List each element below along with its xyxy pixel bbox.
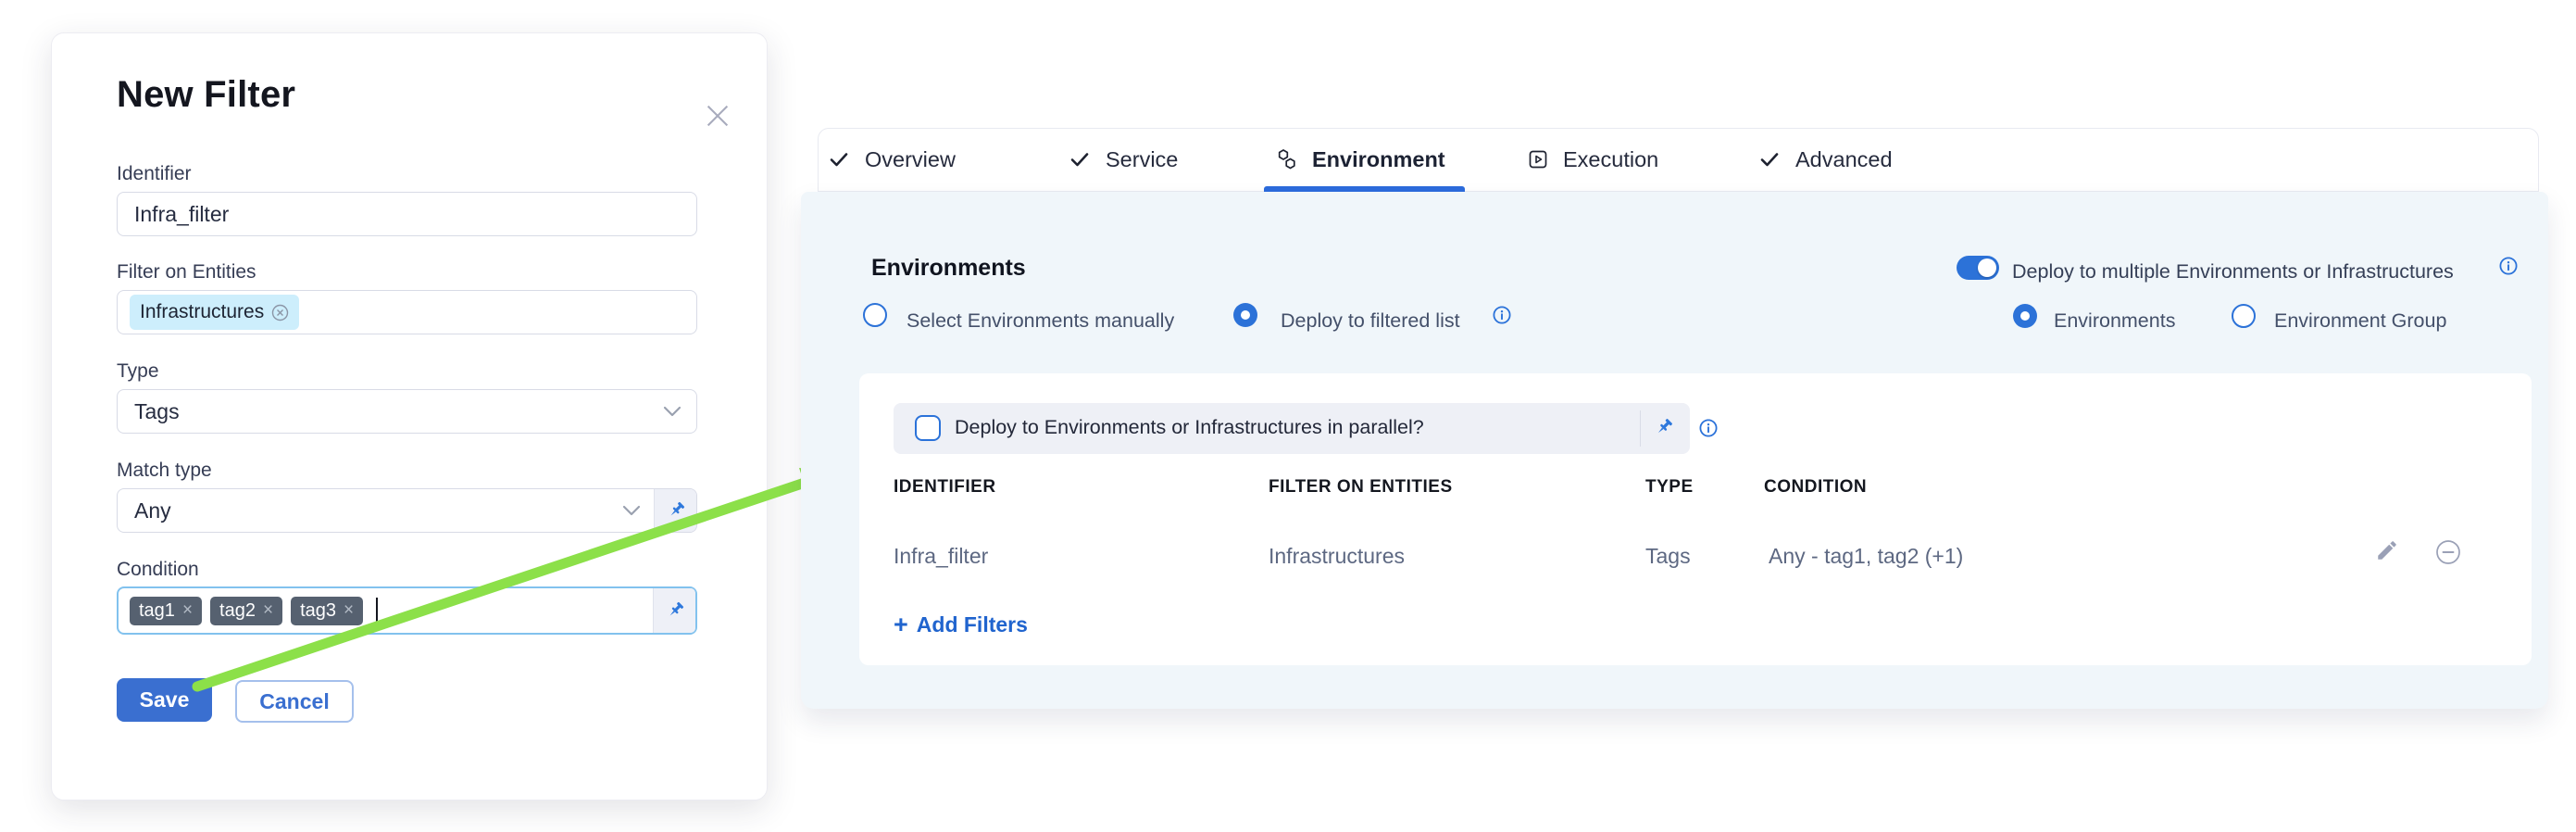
pin-button[interactable] [1652, 416, 1675, 444]
filter-on-entities-input[interactable]: Infrastructures [117, 290, 697, 334]
tab-label: Environment [1312, 147, 1445, 172]
save-button[interactable]: Save [117, 678, 212, 722]
add-filters-label: Add Filters [917, 612, 1028, 637]
radio-environment-group[interactable] [2232, 304, 2256, 328]
chevron-down-icon [622, 505, 641, 516]
radio-select-manually-label: Select Environments manually [907, 309, 1174, 333]
tab-execution[interactable]: Execution [1527, 129, 1658, 190]
tag-label: tag2 [219, 600, 256, 622]
col-header-identifier: IDENTIFIER [894, 477, 996, 498]
identifier-input[interactable]: Infra_filter [117, 192, 697, 236]
environment-icon [1276, 148, 1298, 170]
pin-icon [1652, 416, 1675, 439]
identifier-value: Infra_filter [118, 202, 229, 227]
col-header-condition: CONDITION [1764, 477, 1867, 498]
cell-condition: Any - tag1, tag2 (+1) [1769, 544, 1963, 569]
close-icon[interactable] [704, 102, 732, 130]
col-header-entities: FILTER ON ENTITIES [1269, 477, 1453, 498]
page: New Filter Identifier Infra_filter Filte… [0, 0, 2576, 832]
divider [1640, 410, 1641, 447]
parallel-option-bar: Deploy to Environments or Infrastructure… [894, 403, 1690, 454]
info-icon[interactable] [2498, 256, 2519, 276]
chevron-down-icon [663, 406, 682, 417]
type-label: Type [117, 360, 159, 383]
cell-type: Tags [1645, 544, 1691, 569]
type-select[interactable]: Tags [117, 389, 697, 434]
tag-remove-icon[interactable]: × [182, 600, 193, 621]
cell-entities: Infrastructures [1269, 544, 1405, 569]
info-icon[interactable] [1698, 418, 1719, 438]
tab-environment[interactable]: Environment [1276, 129, 1445, 190]
new-filter-modal: New Filter Identifier Infra_filter Filte… [51, 32, 768, 800]
check-icon [1068, 148, 1092, 170]
match-type-select[interactable]: Any [117, 488, 697, 533]
multi-env-toggle[interactable] [1957, 256, 1999, 280]
tab-label: Execution [1563, 147, 1658, 172]
identifier-label: Identifier [117, 163, 192, 185]
entity-chip-label: Infrastructures [140, 301, 264, 323]
tag-label: tag3 [300, 600, 336, 622]
cancel-button[interactable]: Cancel [235, 680, 354, 723]
condition-tag: tag3 × [291, 597, 363, 625]
tab-advanced[interactable]: Advanced [1757, 129, 1893, 190]
pin-icon [664, 599, 686, 622]
cell-identifier: Infra_filter [894, 544, 988, 569]
environments-heading: Environments [871, 255, 1026, 282]
environment-panel: Environments Select Environments manuall… [801, 192, 2548, 709]
multi-env-toggle-label: Deploy to multiple Environments or Infra… [2012, 260, 2454, 284]
tab-bar: Overview Service Environment Execution [818, 128, 2539, 192]
tag-remove-icon[interactable]: × [344, 600, 354, 621]
tab-overview[interactable]: Overview [827, 129, 956, 190]
tab-service[interactable]: Service [1068, 129, 1178, 190]
condition-tag: tag1 × [130, 597, 202, 625]
col-header-type: TYPE [1645, 477, 1694, 498]
add-filters-button[interactable]: + Add Filters [894, 612, 1028, 637]
edit-icon[interactable] [2375, 538, 2399, 562]
remove-row-icon[interactable] [2435, 539, 2461, 565]
type-value: Tags [118, 399, 180, 424]
tab-label: Overview [865, 147, 956, 172]
radio-select-manually[interactable] [863, 303, 887, 327]
info-icon[interactable] [1492, 305, 1512, 325]
pin-button[interactable] [654, 489, 696, 532]
match-type-label: Match type [117, 460, 212, 482]
chip-remove-icon[interactable] [271, 304, 289, 321]
tag-label: tag1 [139, 600, 175, 622]
pin-icon [665, 499, 687, 522]
check-icon [827, 148, 851, 170]
text-cursor [376, 598, 378, 624]
tag-remove-icon[interactable]: × [263, 600, 273, 621]
check-icon [1757, 148, 1782, 170]
radio-deploy-filtered-label: Deploy to filtered list [1281, 309, 1460, 333]
tab-label: Service [1106, 147, 1178, 172]
plus-icon: + [894, 612, 908, 637]
pin-button[interactable] [653, 588, 695, 633]
filter-on-entities-label: Filter on Entities [117, 261, 256, 284]
condition-input[interactable]: tag1 × tag2 × tag3 × [117, 586, 697, 635]
radio-environments-label: Environments [2054, 309, 2175, 333]
condition-tag: tag2 × [210, 597, 282, 625]
match-type-value: Any [118, 498, 171, 523]
parallel-checkbox-label: Deploy to Environments or Infrastructure… [955, 416, 1424, 439]
entity-chip: Infrastructures [130, 295, 299, 330]
parallel-checkbox[interactable] [915, 415, 941, 441]
modal-title: New Filter [117, 74, 295, 116]
tab-label: Advanced [1795, 147, 1893, 172]
radio-deploy-filtered[interactable] [1233, 303, 1257, 327]
condition-label: Condition [117, 559, 199, 581]
filters-card: Deploy to Environments or Infrastructure… [859, 373, 2532, 665]
toggle-knob [1978, 258, 1996, 277]
radio-environments[interactable] [2013, 304, 2037, 328]
radio-environment-group-label: Environment Group [2274, 309, 2446, 333]
execution-icon [1527, 148, 1549, 170]
